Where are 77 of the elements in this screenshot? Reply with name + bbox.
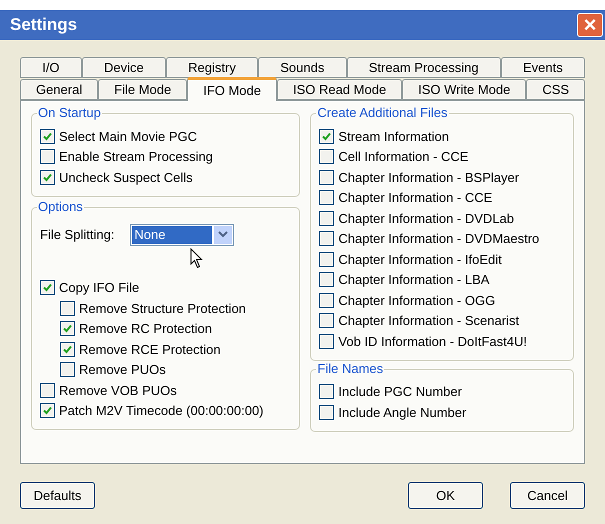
checkbox[interactable] bbox=[319, 334, 334, 349]
checkbox[interactable] bbox=[60, 362, 75, 378]
checkbox[interactable] bbox=[40, 382, 55, 398]
dropdown-value: None bbox=[132, 226, 212, 244]
checkmark-icon bbox=[42, 130, 53, 142]
checkbox-label: Enable Stream Processing bbox=[59, 148, 213, 166]
checkbox-label: Chapter Information - OGG bbox=[338, 292, 496, 310]
tab[interactable]: IFO Mode bbox=[187, 77, 277, 101]
checkbox[interactable] bbox=[319, 170, 334, 185]
checkmark-icon bbox=[62, 344, 73, 355]
file-splitting-dropdown[interactable]: None bbox=[130, 224, 234, 246]
checkbox[interactable] bbox=[319, 128, 334, 144]
checkbox[interactable] bbox=[319, 404, 334, 420]
checkbox-label: Chapter Information - LBA bbox=[338, 271, 490, 289]
checkbox[interactable] bbox=[40, 128, 55, 144]
checkbox[interactable] bbox=[319, 231, 334, 246]
checkbox-label: Uncheck Suspect Cells bbox=[59, 168, 193, 187]
checkbox-label: Include Angle Number bbox=[338, 404, 466, 422]
pointer-icon bbox=[190, 248, 203, 268]
checkbox-label: Chapter Information - Scenarist bbox=[338, 312, 520, 330]
checkbox-label: Remove RC Protection bbox=[79, 320, 212, 338]
group-title: File Names bbox=[316, 360, 384, 376]
group-title: On Startup bbox=[37, 105, 102, 121]
group-title: Options bbox=[37, 198, 84, 214]
checkbox-label: Vob ID Information - DoItFast4U! bbox=[338, 332, 527, 350]
checkbox[interactable] bbox=[319, 252, 334, 267]
checkbox[interactable] bbox=[319, 190, 334, 206]
checkbox-label: Select Main Movie PGC bbox=[59, 128, 197, 146]
checkbox[interactable] bbox=[60, 300, 75, 316]
checkmark-icon bbox=[42, 282, 53, 294]
tab[interactable]: CSS bbox=[526, 79, 586, 100]
checkbox-label: Remove Structure Protection bbox=[79, 300, 246, 318]
checkbox[interactable] bbox=[319, 384, 334, 400]
checkbox-label: Chapter Information - IfoEdit bbox=[338, 250, 502, 269]
checkbox-label: Chapter Information - DVDMaestro bbox=[338, 230, 540, 248]
checkbox[interactable] bbox=[319, 272, 334, 288]
tab[interactable]: I/O bbox=[20, 57, 82, 78]
tab[interactable]: Sounds bbox=[258, 57, 347, 78]
checkmark-icon bbox=[321, 130, 332, 142]
tab[interactable]: Stream Processing bbox=[346, 57, 501, 78]
checkbox[interactable] bbox=[319, 292, 334, 308]
chevron-down-icon[interactable] bbox=[214, 226, 232, 244]
checkbox-label: Copy IFO File bbox=[59, 279, 140, 297]
checkbox-label: Cell Information - CCE bbox=[338, 148, 468, 166]
tab[interactable]: General bbox=[20, 79, 98, 100]
checkbox[interactable] bbox=[40, 149, 55, 164]
dialog-button[interactable]: Defaults bbox=[20, 482, 95, 509]
checkbox-label: Patch M2V Timecode (00:00:00:00) bbox=[59, 402, 264, 420]
tab[interactable]: ISO Write Mode bbox=[402, 79, 526, 100]
checkbox-label: Stream Information bbox=[338, 128, 449, 146]
checkmark-icon bbox=[42, 172, 53, 183]
checkbox-label: Remove RCE Protection bbox=[79, 340, 221, 358]
checkbox-label: Chapter Information - BSPlayer bbox=[338, 168, 520, 187]
tab[interactable]: Registry bbox=[166, 57, 258, 78]
checkbox-label: Include PGC Number bbox=[338, 383, 462, 401]
window-title: Settings bbox=[10, 14, 78, 36]
checkbox[interactable] bbox=[319, 149, 334, 164]
checkbox[interactable] bbox=[40, 280, 55, 296]
checkmark-icon bbox=[42, 405, 53, 416]
field-label: File Splitting: bbox=[40, 226, 114, 244]
tab[interactable]: Device bbox=[82, 57, 166, 78]
tab[interactable]: File Mode bbox=[98, 79, 188, 100]
checkbox-label: Chapter Information - DVDLab bbox=[338, 210, 514, 228]
dialog-button[interactable]: OK bbox=[408, 482, 483, 509]
checkbox[interactable] bbox=[319, 210, 334, 226]
checkbox-label: Remove VOB PUOs bbox=[59, 382, 177, 400]
tab[interactable]: Events bbox=[500, 57, 585, 78]
checkbox[interactable] bbox=[319, 313, 334, 328]
tab[interactable]: ISO Read Mode bbox=[276, 79, 402, 100]
dialog-button[interactable]: Cancel bbox=[510, 482, 585, 509]
checkbox-label: Remove PUOs bbox=[79, 361, 166, 379]
checkbox[interactable] bbox=[40, 403, 55, 418]
checkbox[interactable] bbox=[60, 342, 75, 357]
checkmark-icon bbox=[62, 323, 73, 334]
checkbox[interactable] bbox=[40, 170, 55, 185]
checkbox-label: Chapter Information - CCE bbox=[338, 189, 492, 207]
checkbox[interactable] bbox=[60, 321, 75, 336]
